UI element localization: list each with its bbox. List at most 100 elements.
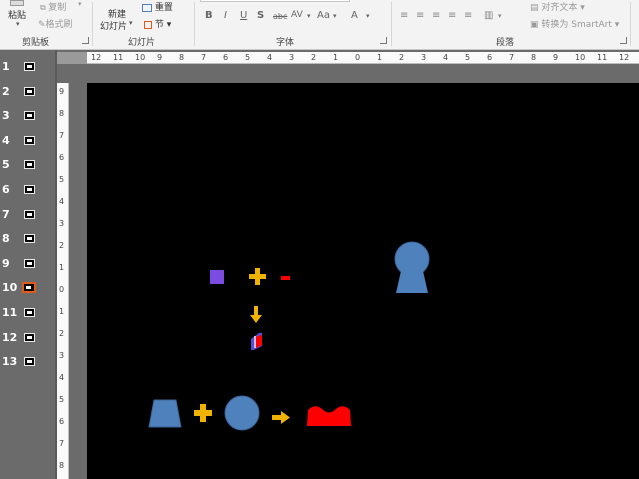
paragraph-group-label: 段落 xyxy=(496,38,515,48)
align-text-button[interactable]: ▤ 对齐文本 ▾ xyxy=(530,0,585,13)
ruler-tick-label: 6 xyxy=(59,153,65,162)
slide-preview[interactable] xyxy=(24,62,35,71)
justify-icon[interactable]: ≡ xyxy=(448,10,456,21)
ruler-tick-label: 3 xyxy=(421,53,427,62)
format-painter-button[interactable]: ✎格式刷 xyxy=(38,17,73,30)
red-small-shape[interactable] xyxy=(281,276,290,280)
align-text-icon: ▤ xyxy=(530,3,539,13)
vertical-ruler[interactable]: 9 8 7 6 5 4 3 2 1 0 1 2 3 4 5 6 7 8 xyxy=(57,83,69,479)
plus-sign[interactable] xyxy=(249,268,266,285)
slide-shapes xyxy=(148,241,430,431)
slide-number: 7 xyxy=(2,207,10,221)
slide-thumbnail[interactable]: 9 xyxy=(0,255,55,277)
horizontal-ruler[interactable]: 12 11 10 9 8 7 6 5 4 3 2 1 0 1 2 3 4 5 6 7 8 9 10 11 12 xyxy=(87,52,639,64)
ruler-tick-label: 4 xyxy=(443,53,449,62)
font-color-button[interactable]: A xyxy=(351,10,358,21)
down-arrow[interactable] xyxy=(250,306,262,323)
slide-preview[interactable] xyxy=(24,234,35,244)
ruler-tick-label: 8 xyxy=(531,53,537,62)
strikethrough-button[interactable]: abc xyxy=(273,12,287,21)
ruler-tick-label: 4 xyxy=(59,373,65,382)
columns-icon[interactable]: ▥ xyxy=(484,10,493,21)
ruler-tick-label: 5 xyxy=(59,175,65,184)
keyhole-shape[interactable] xyxy=(394,241,430,293)
paste-button[interactable]: 粘贴 ▾ xyxy=(4,0,30,32)
slide-preview[interactable] xyxy=(24,258,35,268)
char-spacing-button[interactable]: AV xyxy=(291,10,303,20)
ruler-tick-label: 7 xyxy=(509,53,515,62)
align-center-icon[interactable]: ≡ xyxy=(416,10,424,21)
paste-dropdown-icon[interactable]: ▾ xyxy=(16,20,20,28)
slide-thumbnail[interactable]: 10 xyxy=(0,279,55,301)
slide-thumbnail[interactable]: 3 xyxy=(0,107,55,129)
plus-sign[interactable] xyxy=(194,404,212,422)
ruler-tick-label: 6 xyxy=(487,53,493,62)
italic-button[interactable]: I xyxy=(224,10,227,21)
ruler-tick-label: 4 xyxy=(267,53,273,62)
paragraph-launcher[interactable] xyxy=(620,37,627,44)
slide-preview[interactable] xyxy=(24,357,35,367)
slide-number: 2 xyxy=(2,84,10,98)
slide-preview[interactable] xyxy=(24,135,35,145)
change-case-button[interactable]: Aa xyxy=(317,10,330,21)
convert-smartart-button[interactable]: ▣ 转换为 SmartArt ▾ xyxy=(530,17,619,30)
copy-dropdown-icon[interactable]: ▾ xyxy=(78,0,82,8)
slide-preview[interactable] xyxy=(24,308,35,317)
reset-button[interactable]: 重置 xyxy=(142,0,173,13)
slide-thumbnail[interactable]: 4 xyxy=(0,132,55,154)
slide-preview[interactable] xyxy=(24,185,35,194)
char-spacing-dropdown-icon[interactable]: ▾ xyxy=(307,12,311,20)
ruler-tick-label: 3 xyxy=(59,219,65,228)
slide-preview[interactable] xyxy=(24,209,35,219)
shadow-button[interactable]: S xyxy=(257,10,264,21)
slide-thumbnail[interactable]: 8 xyxy=(0,230,55,252)
new-slide-dropdown-icon: ▾ xyxy=(129,19,133,27)
cube-shape[interactable] xyxy=(251,333,262,350)
font-launcher[interactable] xyxy=(380,37,387,44)
slide-canvas[interactable] xyxy=(87,83,639,479)
ruler-tick-label: 2 xyxy=(59,329,65,338)
trapezoid-shape[interactable] xyxy=(148,399,182,428)
ruler-tick-label: 10 xyxy=(135,53,146,62)
slide-preview[interactable] xyxy=(22,282,36,294)
align-left-icon[interactable]: ≡ xyxy=(400,10,408,21)
columns-dropdown-icon[interactable]: ▾ xyxy=(498,12,502,20)
align-right-icon[interactable]: ≡ xyxy=(432,10,440,21)
slide-preview[interactable] xyxy=(24,160,35,170)
paste-icon xyxy=(10,0,24,6)
section-button[interactable]: 节 ▾ xyxy=(144,17,171,30)
ruler-tick-label: 7 xyxy=(59,131,65,140)
slide-preview[interactable] xyxy=(24,332,35,342)
font-name-box[interactable] xyxy=(200,0,350,2)
slide-thumbnail[interactable]: 13 xyxy=(0,353,55,375)
ruler-tick-label: 9 xyxy=(59,87,65,96)
align-buttons: ≡ ≡ ≡ ≡ ≡ ▥ ▾ xyxy=(400,10,518,21)
slide-thumbnail[interactable]: 12 xyxy=(0,329,55,351)
purple-square[interactable] xyxy=(210,270,224,284)
slide-thumbnail[interactable]: 5 xyxy=(0,156,55,178)
slide-preview[interactable] xyxy=(24,86,35,96)
ruler-tick-label: 5 xyxy=(245,53,251,62)
red-arch-shape[interactable] xyxy=(307,406,351,426)
ruler-tick-label: 2 xyxy=(399,53,405,62)
right-arrow[interactable] xyxy=(272,411,290,424)
section-icon xyxy=(144,20,152,29)
font-color-dropdown-icon[interactable]: ▾ xyxy=(366,12,370,20)
slide-number: 12 xyxy=(2,330,18,344)
ruler-tick-label: 7 xyxy=(201,53,207,62)
slide-preview[interactable] xyxy=(24,111,35,121)
slide-thumbnail[interactable]: 7 xyxy=(0,206,55,228)
slide-thumbnail[interactable]: 1 xyxy=(0,58,55,80)
slide-thumbnail[interactable]: 11 xyxy=(0,304,55,326)
circle-shape[interactable] xyxy=(224,395,260,431)
clipboard-launcher[interactable] xyxy=(82,37,89,44)
distributed-icon[interactable]: ≡ xyxy=(464,10,472,21)
ruler-tick-label: 7 xyxy=(59,439,65,448)
bold-button[interactable]: B xyxy=(205,10,213,21)
slide-thumbnail[interactable]: 2 xyxy=(0,83,55,105)
underline-button[interactable]: U xyxy=(240,10,247,21)
slide-thumbnail[interactable]: 6 xyxy=(0,181,55,203)
new-slide-button[interactable]: 新建 幻灯片 ▾ xyxy=(100,0,136,32)
change-case-dropdown-icon[interactable]: ▾ xyxy=(333,12,337,20)
copy-button[interactable]: ⧉ 复制 xyxy=(40,0,66,13)
